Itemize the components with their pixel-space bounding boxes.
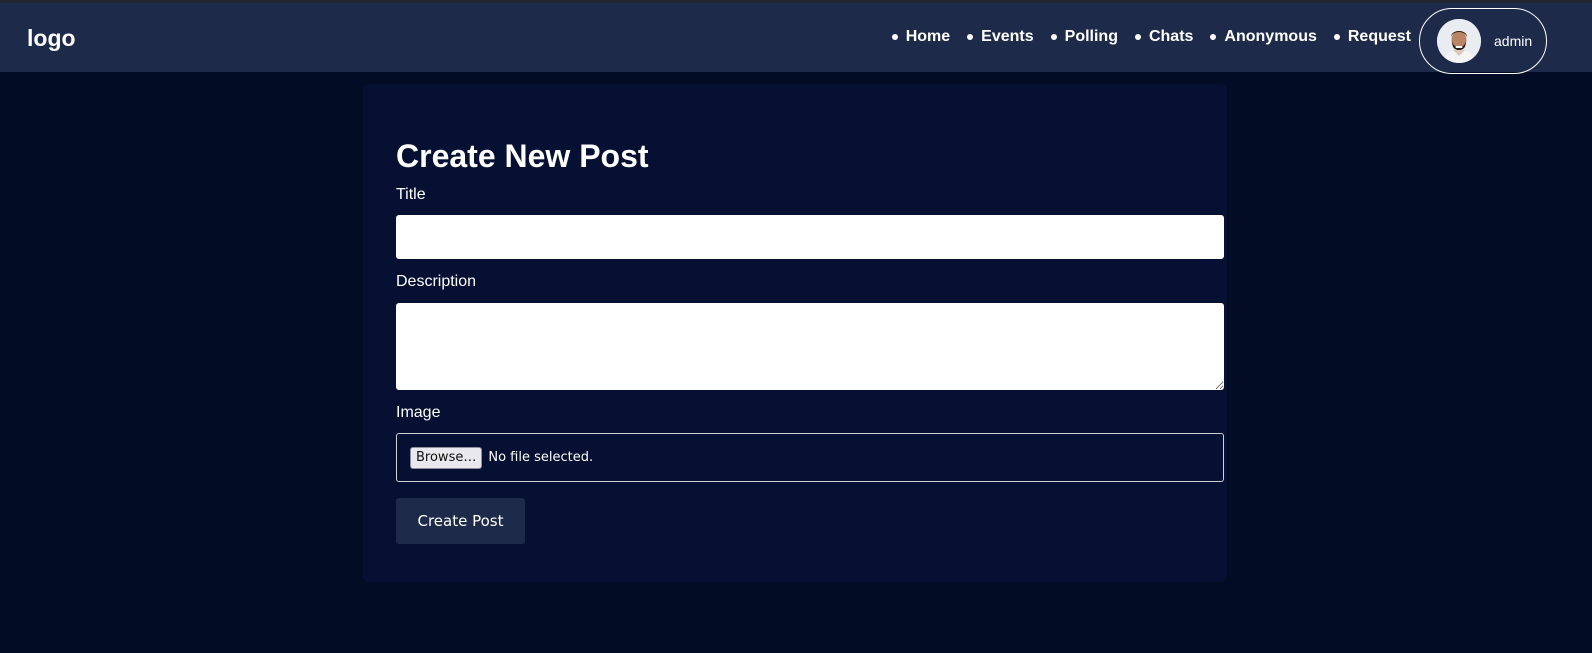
description-label: Description [396,273,477,290]
nav-item-label: Home [905,28,951,45]
nav-item-label: Request [1347,28,1411,45]
profile-button[interactable]: admin [1419,8,1547,74]
profile-name: admin [1494,33,1533,49]
bullet-icon [1210,34,1217,40]
nav-item-events[interactable]: Events [967,27,1034,47]
nav-item-label: Chats [1148,28,1194,45]
user-avatar-icon [1437,19,1481,63]
image-label: Image [396,404,441,421]
bullet-icon [967,34,974,40]
bullet-icon [1050,34,1057,40]
nav-item-home[interactable]: Home [891,27,951,47]
bullet-icon [1134,34,1141,40]
nav-item-chats[interactable]: Chats [1134,27,1194,47]
logo[interactable]: logo [27,24,76,52]
nav-menu: Home Events Polling Chats Anonymous Requ… [875,27,1411,47]
nav-item-label: Anonymous [1224,28,1317,45]
nav-item-polling[interactable]: Polling [1050,27,1118,47]
title-label: Title [396,186,426,203]
image-file-input[interactable]: Browse… No file selected. [396,433,1224,482]
create-post-button[interactable]: Create Post [396,498,525,544]
navbar: logo Home Events Polling Chats Anonymous… [0,3,1592,74]
bullet-icon [891,34,898,40]
nav-item-anonymous[interactable]: Anonymous [1210,27,1317,47]
nav-item-label: Events [981,28,1034,45]
page-title: Create New Post [396,138,649,174]
nav-item-request[interactable]: Request [1333,27,1411,47]
bullet-icon [1333,34,1340,40]
description-textarea[interactable] [396,303,1224,390]
title-input[interactable] [396,215,1224,259]
browse-button[interactable]: Browse… [410,446,483,469]
create-post-card: Create New Post Title Description Image … [363,84,1227,582]
nav-item-label: Polling [1064,28,1118,45]
file-status: No file selected. [488,450,594,465]
